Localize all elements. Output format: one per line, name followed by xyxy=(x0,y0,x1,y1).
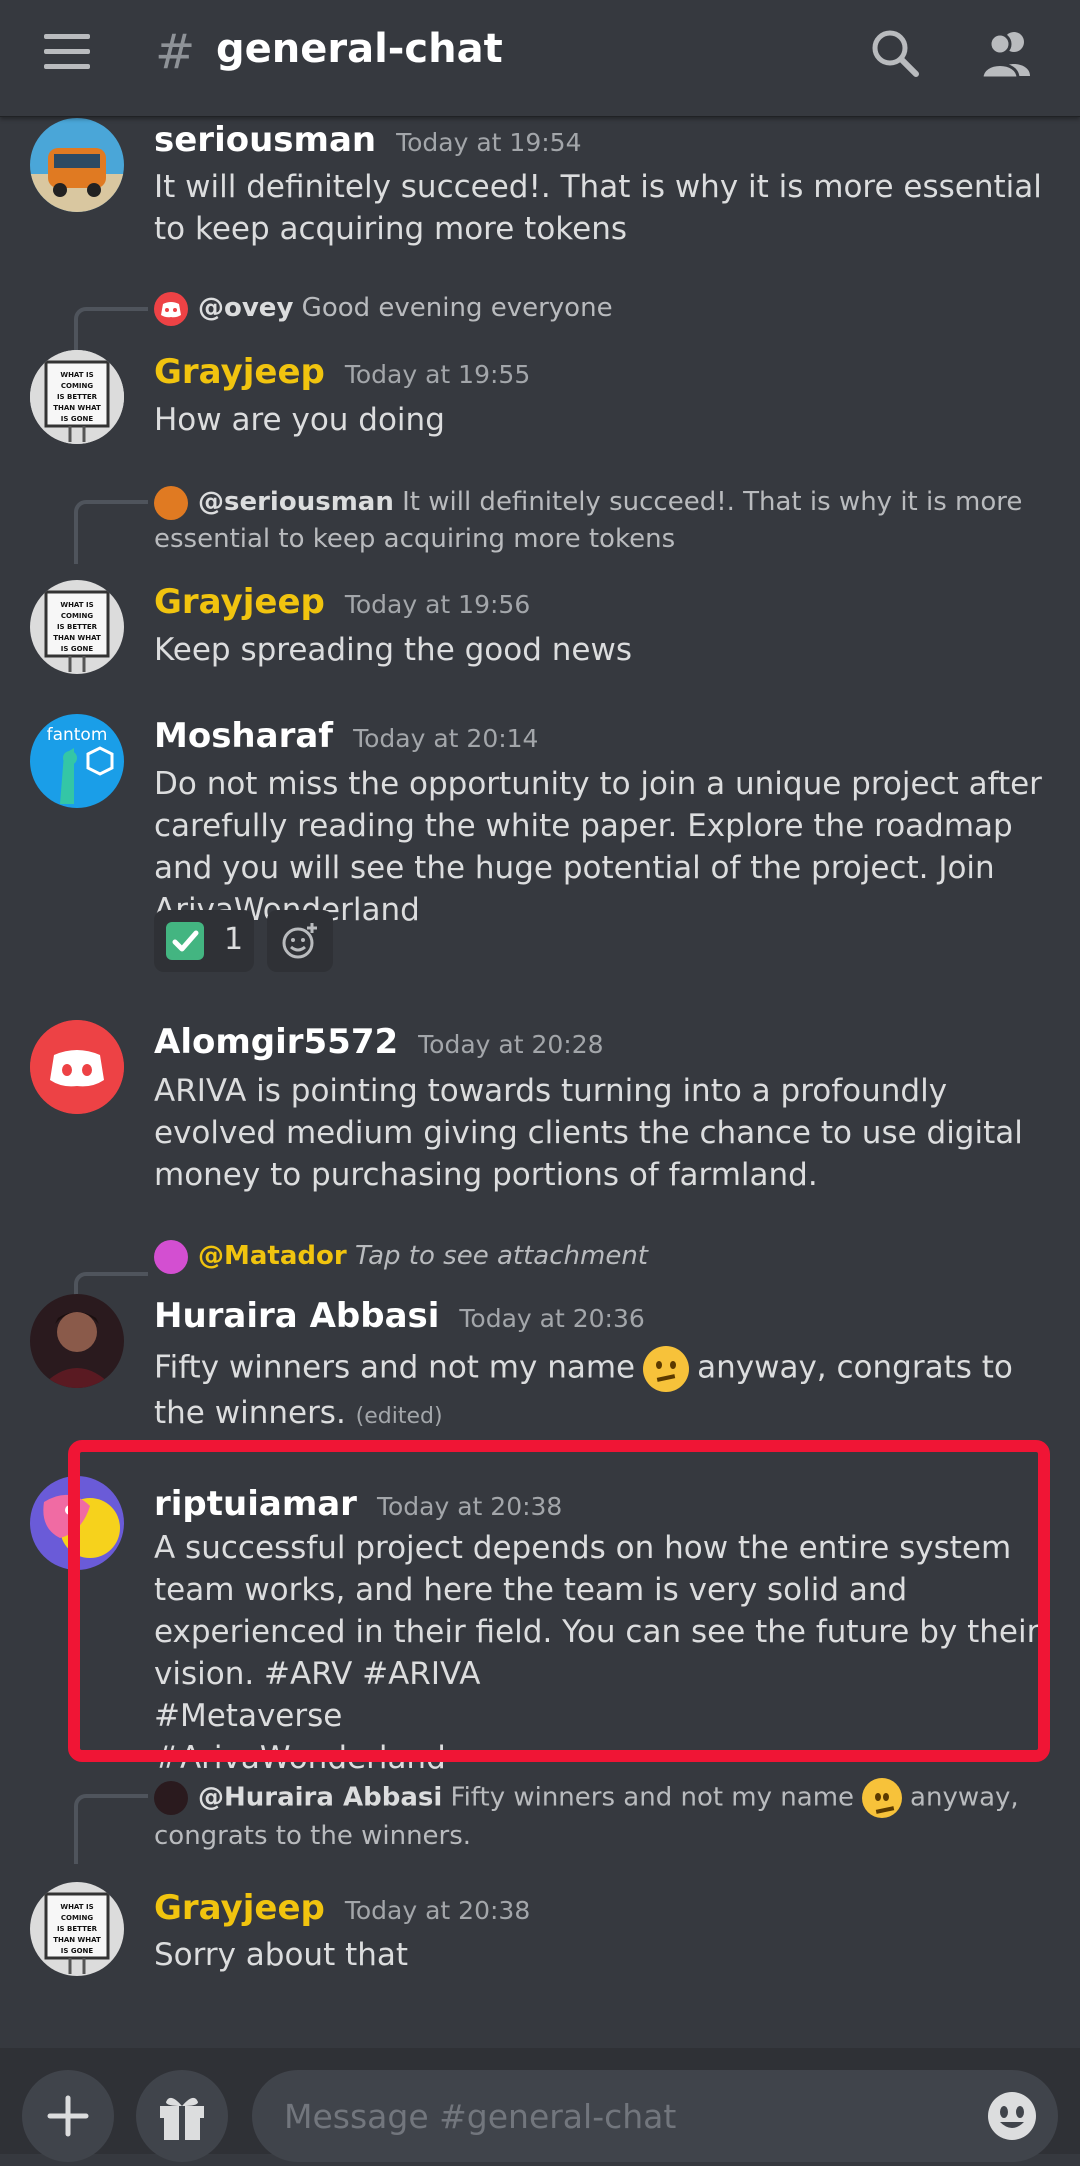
timestamp: Today at 20:38 xyxy=(376,1492,563,1521)
confused-face-icon xyxy=(862,1778,903,1818)
message-input[interactable] xyxy=(252,2070,1058,2162)
username[interactable]: Mosharaf Today at 20:14 xyxy=(154,716,538,756)
timestamp: Today at 20:28 xyxy=(418,1030,604,1059)
reply-text: Good evening everyone xyxy=(301,293,613,323)
avatar[interactable]: fantom xyxy=(30,714,124,808)
reply-text: Tap to see attachment xyxy=(354,1241,648,1271)
reaction-check[interactable]: 1 xyxy=(154,910,254,972)
svg-text:IS BETTER: IS BETTER xyxy=(57,623,98,631)
reply-username[interactable]: @Huraira Abbasi xyxy=(198,1783,442,1813)
svg-text:WHAT IS: WHAT IS xyxy=(60,371,93,379)
timestamp: Today at 19:54 xyxy=(396,128,582,157)
timestamp: Today at 19:55 xyxy=(344,360,531,389)
username[interactable]: riptuiamar Today at 20:38 xyxy=(154,1484,562,1524)
username[interactable]: Grayjeep Today at 19:55 xyxy=(154,352,530,392)
reply-preview[interactable]: @seriousman It will definitely succeed!.… xyxy=(154,484,1054,558)
svg-text:COMING: COMING xyxy=(61,612,94,620)
svg-text:COMING: COMING xyxy=(61,1914,94,1922)
svg-text:IS GONE: IS GONE xyxy=(61,415,94,423)
message-text: Sorry about that xyxy=(154,1937,409,1973)
message-text: It will definitely succeed!. That is why… xyxy=(154,169,1042,247)
username[interactable]: Alomgir5572 Today at 20:28 xyxy=(154,1022,604,1062)
add-attachment-button[interactable] xyxy=(22,2070,114,2162)
svg-text:IS BETTER: IS BETTER xyxy=(57,393,98,401)
fantom-logo-text: fantom xyxy=(47,725,108,745)
svg-text:COMING: COMING xyxy=(61,382,94,390)
edited-label: (edited) xyxy=(355,1404,443,1429)
reply-text: Fifty winners and not my name xyxy=(450,1782,855,1813)
reply-preview[interactable]: @ovey Good evening everyone xyxy=(154,290,1054,327)
plus-icon xyxy=(47,2095,89,2137)
svg-text:THAN WHAT: THAN WHAT xyxy=(53,1936,101,1944)
message-text: Keep spreading the good news xyxy=(154,632,632,668)
search-icon[interactable] xyxy=(866,24,926,84)
message-text: A successful project depends on how the … xyxy=(154,1530,1040,1776)
reactions: 1 xyxy=(154,910,341,972)
gift-button[interactable] xyxy=(136,2070,228,2162)
confused-face-icon xyxy=(643,1346,690,1392)
svg-text:THAN WHAT: THAN WHAT xyxy=(53,634,101,642)
reply-connector xyxy=(74,500,148,564)
add-reaction-button[interactable] xyxy=(267,910,334,972)
username[interactable]: Grayjeep Today at 20:38 xyxy=(154,1888,530,1928)
reply-connector xyxy=(74,307,148,351)
timestamp: Today at 20:14 xyxy=(353,724,539,753)
timestamp: Today at 20:38 xyxy=(344,1896,531,1925)
reply-username[interactable]: @seriousman xyxy=(198,487,394,517)
avatar[interactable]: WHAT IS COMING IS BETTER THAN WHAT IS GO… xyxy=(30,350,124,444)
svg-text:IS BETTER: IS BETTER xyxy=(57,1925,98,1933)
gift-icon xyxy=(160,2097,204,2140)
svg-text:IS GONE: IS GONE xyxy=(61,645,94,653)
svg-text:WHAT IS: WHAT IS xyxy=(60,601,93,609)
reply-avatar xyxy=(154,291,188,326)
avatar[interactable] xyxy=(30,1476,124,1570)
channel-hash-icon: # xyxy=(155,24,196,80)
timestamp: Today at 19:56 xyxy=(344,590,531,619)
reply-connector xyxy=(74,1794,148,1864)
reaction-count: 1 xyxy=(224,922,244,957)
reply-avatar xyxy=(154,485,188,520)
add-reaction-icon xyxy=(282,923,318,959)
message-text: How are you doing xyxy=(154,402,445,438)
message-text: Fifty winners and not my name anyway, con… xyxy=(154,1346,1054,1438)
username[interactable]: seriousman Today at 19:54 xyxy=(154,120,581,160)
reply-avatar xyxy=(154,1781,188,1815)
reply-avatar xyxy=(154,1239,188,1274)
reply-username[interactable]: @ovey xyxy=(198,293,293,323)
avatar[interactable] xyxy=(30,1020,124,1114)
discord-logo-icon xyxy=(30,1020,124,1114)
reply-preview[interactable]: @Matador Tap to see attachment xyxy=(154,1238,1054,1275)
message-text: Do not miss the opportunity to join a un… xyxy=(154,766,1042,928)
reply-username[interactable]: @Matador xyxy=(198,1241,347,1271)
channel-title: general-chat xyxy=(216,26,503,72)
message-composer xyxy=(0,2048,1080,2162)
svg-text:WHAT IS: WHAT IS xyxy=(60,1903,93,1911)
username[interactable]: Grayjeep Today at 19:56 xyxy=(154,582,530,622)
check-mark-icon xyxy=(166,922,204,960)
avatar[interactable] xyxy=(30,1294,124,1388)
username[interactable]: Huraira Abbasi Today at 20:36 xyxy=(154,1296,645,1336)
emoji-picker-icon[interactable] xyxy=(986,2090,1038,2142)
menu-icon[interactable] xyxy=(44,34,90,70)
avatar[interactable]: WHAT IS COMING IS BETTER THAN WHAT IS GO… xyxy=(30,1882,124,1976)
timestamp: Today at 20:36 xyxy=(459,1304,645,1333)
svg-text:THAN WHAT: THAN WHAT xyxy=(53,404,101,412)
svg-text:IS GONE: IS GONE xyxy=(61,1947,94,1955)
channel-header: # general-chat xyxy=(0,0,1080,117)
members-icon[interactable] xyxy=(978,24,1038,84)
reply-preview[interactable]: @Huraira Abbasi Fifty winners and not my… xyxy=(154,1778,1054,1855)
avatar[interactable] xyxy=(30,118,124,212)
avatar[interactable]: WHAT IS COMING IS BETTER THAN WHAT IS GO… xyxy=(30,580,124,674)
message-text: ARIVA is pointing towards turning into a… xyxy=(154,1073,1023,1193)
